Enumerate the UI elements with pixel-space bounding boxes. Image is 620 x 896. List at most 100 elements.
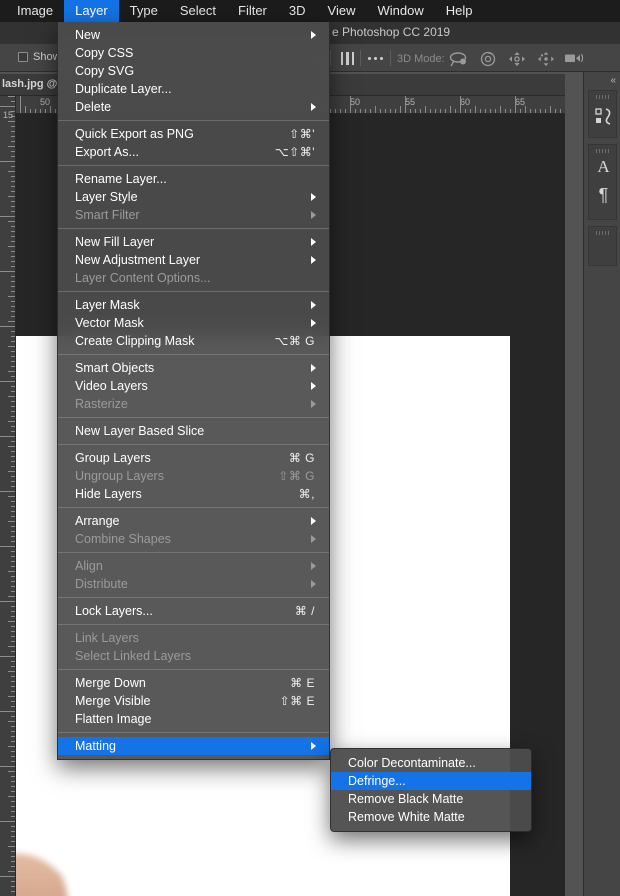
panel-grip-icon[interactable] <box>596 149 611 153</box>
menu-item-lock-layers[interactable]: Lock Layers... ⌘ / <box>58 602 329 620</box>
ruler-tick <box>11 851 15 852</box>
roll-3d-icon[interactable] <box>479 51 497 67</box>
menu-item-layer-style[interactable]: Layer Style <box>58 188 329 206</box>
submenu-item-label: Defringe... <box>348 774 406 788</box>
ruler-tick <box>395 109 396 113</box>
pan-3d-icon[interactable] <box>508 51 526 67</box>
panel-grip-icon[interactable] <box>596 231 611 235</box>
checkbox-box <box>18 52 28 62</box>
slide-3d-icon[interactable] <box>536 51 556 67</box>
ruler-tick <box>55 109 56 113</box>
submenu-item-color-decontaminate[interactable]: Color Decontaminate... <box>331 754 531 772</box>
align-icon[interactable] <box>341 52 354 65</box>
ruler-tick <box>11 256 15 257</box>
ruler-tick <box>11 756 15 757</box>
ruler-tick <box>11 861 15 862</box>
ruler-tick <box>40 109 41 113</box>
menu-item-select-linked-layers: Select Linked Layers <box>58 647 329 665</box>
menu-item-new-fill-layer[interactable]: New Fill Layer <box>58 233 329 251</box>
ruler-tick <box>11 376 15 377</box>
collapse-panels-icon[interactable]: « <box>610 75 616 86</box>
menu-item-video-layers[interactable]: Video Layers <box>58 377 329 395</box>
ruler-tick <box>360 109 361 113</box>
ruler-tick <box>8 846 15 847</box>
menu-item-new[interactable]: New <box>58 26 329 44</box>
submenu-item-remove-white-matte[interactable]: Remove White Matte <box>331 808 531 826</box>
dock-group-type[interactable]: A ¶ <box>588 144 617 220</box>
submenu-item-label: Remove White Matte <box>348 810 465 824</box>
menu-item-merge-visible[interactable]: Merge Visible ⇧⌘ E <box>58 692 329 710</box>
ruler-tick <box>0 601 15 602</box>
menubar-item-window[interactable]: Window <box>366 0 434 22</box>
menu-item-label: Smart Filter <box>75 208 140 222</box>
menu-item-export-as[interactable]: Export As... ⌥⇧⌘' <box>58 143 329 161</box>
submenu-arrow-icon <box>311 301 316 309</box>
menu-item-rasterize: Rasterize <box>58 395 329 413</box>
dock-group-character[interactable] <box>588 90 617 138</box>
menu-item-arrange[interactable]: Arrange <box>58 512 329 530</box>
ruler-tick <box>430 109 431 113</box>
ruler-tick <box>8 871 15 872</box>
orbit-3d-icon[interactable] <box>447 51 469 67</box>
menu-item-quick-export-as-png[interactable]: Quick Export as PNG ⇧⌘' <box>58 125 329 143</box>
ruler-tick-label: 65 <box>515 97 526 107</box>
menubar-item-view[interactable]: View <box>317 0 367 22</box>
menu-item-merge-down[interactable]: Merge Down ⌘ E <box>58 674 329 692</box>
menu-item-group-layers[interactable]: Group Layers ⌘ G <box>58 449 329 467</box>
camera-3d-icon[interactable] <box>564 51 584 65</box>
menu-item-label: Group Layers <box>75 451 151 465</box>
menu-item-smart-objects[interactable]: Smart Objects <box>58 359 329 377</box>
ruler-tick <box>11 631 15 632</box>
menu-item-duplicate-layer[interactable]: Duplicate Layer... <box>58 80 329 98</box>
menubar-item-3d[interactable]: 3D <box>278 0 317 22</box>
menu-item-copy-svg[interactable]: Copy SVG <box>58 62 329 80</box>
type-panel-icon[interactable]: A <box>589 157 618 177</box>
menu-item-create-clipping-mask[interactable]: Create Clipping Mask ⌥⌘ G <box>58 332 329 350</box>
menu-item-label: Copy SVG <box>75 64 135 78</box>
ruler-tick <box>11 176 15 177</box>
menu-item-hide-layers[interactable]: Hide Layers ⌘, <box>58 485 329 503</box>
ruler-tick <box>470 109 471 113</box>
submenu-arrow-icon <box>311 517 316 525</box>
submenu-item-remove-black-matte[interactable]: Remove Black Matte <box>331 790 531 808</box>
menu-item-label: Layer Content Options... <box>75 271 211 285</box>
ruler-tick <box>485 109 486 113</box>
menu-item-label: Vector Mask <box>75 316 144 330</box>
menu-item-rename-layer[interactable]: Rename Layer... <box>58 170 329 188</box>
menu-item-label: Export As... <box>75 145 139 159</box>
more-options-icon[interactable] <box>368 57 383 60</box>
layer-dropdown-menu: New Copy CSS Copy SVG Duplicate Layer... Del… <box>57 22 330 760</box>
ruler-tick <box>11 816 15 817</box>
ruler-tick <box>345 109 346 113</box>
ruler-tick <box>11 241 15 242</box>
ruler-tick-label: 55 <box>405 97 416 107</box>
submenu-item-defringe[interactable]: Defringe... <box>331 772 531 790</box>
dock-group-extra[interactable] <box>588 226 617 266</box>
ruler-tick <box>8 346 15 347</box>
character-panel-icon[interactable] <box>589 105 618 129</box>
menu-item-delete[interactable]: Delete <box>58 98 329 116</box>
dock-gap <box>565 72 583 896</box>
menubar-item-layer[interactable]: Layer <box>64 0 119 22</box>
menubar-item-help[interactable]: Help <box>435 0 484 22</box>
menu-item-copy-css[interactable]: Copy CSS <box>58 44 329 62</box>
menu-item-layer-mask[interactable]: Layer Mask <box>58 296 329 314</box>
document-tab-title[interactable]: lash.jpg @ <box>2 78 57 90</box>
ruler-tick <box>8 171 15 172</box>
menu-separator <box>58 669 329 670</box>
menu-item-new-adjustment-layer[interactable]: New Adjustment Layer <box>58 251 329 269</box>
ruler-tick <box>11 516 15 517</box>
menu-item-flatten-image[interactable]: Flatten Image <box>58 710 329 728</box>
paragraph-panel-icon[interactable]: ¶ <box>589 185 618 205</box>
menubar-item-image[interactable]: Image <box>6 0 64 22</box>
ruler-tick <box>560 109 561 113</box>
panel-grip-icon[interactable] <box>596 95 611 99</box>
menubar-item-select[interactable]: Select <box>169 0 227 22</box>
ruler-tick <box>11 726 15 727</box>
menu-item-matting[interactable]: Matting <box>58 737 329 755</box>
menu-item-vector-mask[interactable]: Vector Mask <box>58 314 329 332</box>
menu-item-new-layer-based-slice[interactable]: New Layer Based Slice <box>58 422 329 440</box>
menubar-item-type[interactable]: Type <box>119 0 169 22</box>
menubar-item-filter[interactable]: Filter <box>227 0 278 22</box>
ruler-tick <box>11 281 15 282</box>
